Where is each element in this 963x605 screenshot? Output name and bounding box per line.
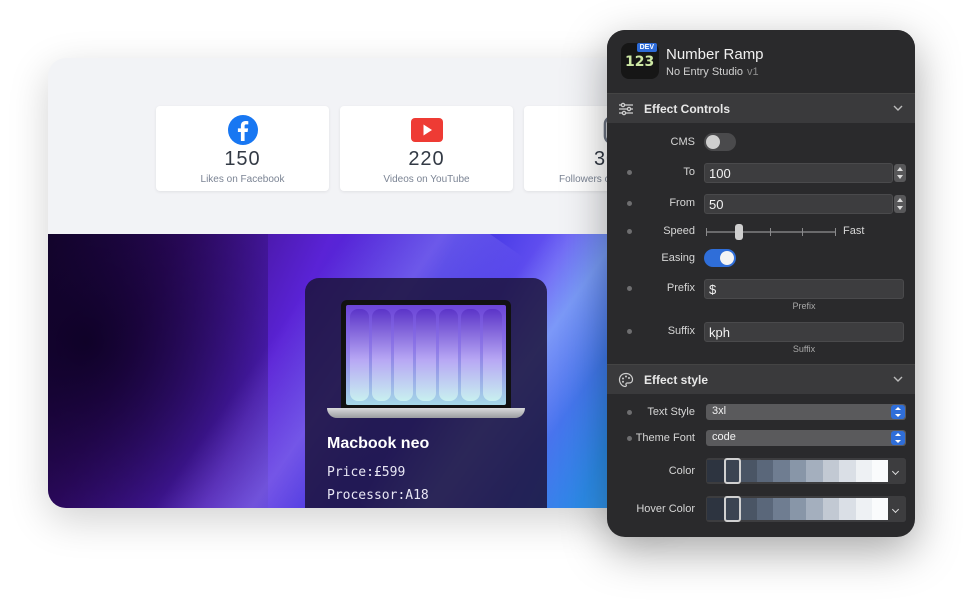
suffix-label: Suffix [667,325,695,337]
stat-value: 150 [224,148,261,170]
prefix-label: Prefix [666,282,695,294]
speed-slider[interactable] [706,224,836,240]
hover-color-label: Hover Color [636,503,695,515]
color-swatch[interactable] [822,460,839,482]
color-swatch[interactable] [773,460,790,482]
color-swatch[interactable] [789,460,806,482]
from-input[interactable]: 50 [704,194,893,214]
website-preview: 150 Likes on Facebook 220 Videos on YouT… [48,58,668,508]
hover-color-dropdown-button[interactable] [888,496,906,522]
sliders-icon [619,102,633,116]
hover-color-swatch-picker[interactable] [706,496,906,522]
color-swatch[interactable] [806,498,823,520]
color-swatch[interactable] [806,460,823,482]
color-swatch[interactable] [839,460,856,482]
easing-label: Easing [661,252,695,264]
from-dot[interactable] [627,201,632,206]
effect-controls-title: Effect Controls [644,102,731,116]
suffix-input[interactable]: kph [704,322,904,342]
app-icon: DEV 123 [621,43,659,79]
to-label: To [683,166,695,178]
speed-slider-knob[interactable] [734,224,743,240]
select-arrows-icon[interactable] [891,405,905,419]
theme-font-select[interactable]: code [706,430,906,446]
theme-font-dot[interactable] [627,436,632,441]
effect-style-title: Effect style [644,373,709,387]
color-swatch[interactable] [756,460,773,482]
product-price: Price:£599 [327,465,406,480]
app-subtitle: No Entry Studio v1 [666,66,759,78]
facebook-icon [227,115,258,145]
stat-card-youtube: 220 Videos on YouTube [340,106,513,191]
stats-row: 150 Likes on Facebook 220 Videos on YouT… [156,106,668,191]
color-swatch[interactable] [872,460,889,482]
stat-card-facebook: 150 Likes on Facebook [156,106,329,191]
stat-label: Likes on Facebook [200,174,285,185]
selected-swatch[interactable] [724,496,741,522]
panel-header: DEV 123 Number Ramp No Entry Studio v1 [607,30,915,93]
palette-icon [618,372,634,388]
speed-max-label: Fast [843,225,865,237]
app-icon-number: 123 [625,54,655,70]
suffix-hint: Suffix [792,344,816,354]
studio-name: No Entry Studio [666,66,744,78]
color-swatch[interactable] [855,460,872,482]
chevron-down-icon[interactable] [893,374,903,384]
text-style-select[interactable]: 3xl [706,404,906,420]
theme-font-label: Theme Font [635,432,695,444]
color-dropdown-button[interactable] [888,458,906,484]
version-label: v1 [747,66,759,78]
speed-dot[interactable] [627,229,632,234]
prefix-hint: Prefix [792,301,816,311]
to-stepper[interactable] [894,164,906,182]
easing-toggle[interactable] [704,249,736,267]
app-title: Number Ramp [666,46,764,63]
suffix-dot[interactable] [627,329,632,334]
effect-controls-header[interactable]: Effect Controls [607,93,915,123]
number-ramp-panel: DEV 123 Number Ramp No Entry Studio v1 Ef… [607,30,915,537]
cms-toggle[interactable] [704,133,736,151]
theme-font-value: code [712,431,736,443]
prefix-dot[interactable] [627,286,632,291]
product-card[interactable]: Macbook neo Price:£599 Processor:A18 [305,278,547,508]
color-swatch[interactable] [822,498,839,520]
color-swatch[interactable] [789,498,806,520]
color-label: Color [668,465,695,477]
color-swatch[interactable] [756,498,773,520]
color-swatch[interactable] [839,498,856,520]
to-dot[interactable] [627,170,632,175]
color-swatch[interactable] [707,460,724,482]
dev-badge: DEV [636,43,657,52]
chevron-down-icon[interactable] [893,103,903,113]
selected-swatch[interactable] [724,458,741,484]
laptop-image [327,300,525,418]
color-swatch[interactable] [740,460,757,482]
prefix-input[interactable]: $ [704,279,904,299]
canvas: 150 Likes on Facebook 220 Videos on YouT… [0,0,963,605]
color-swatch[interactable] [773,498,790,520]
color-swatch-picker[interactable] [706,458,906,484]
stat-label: Videos on YouTube [383,174,470,185]
from-stepper[interactable] [894,195,906,213]
color-swatch[interactable] [740,498,757,520]
color-swatch[interactable] [872,498,889,520]
text-style-label: Text Style [647,406,695,418]
select-arrows-icon[interactable] [891,431,905,445]
color-swatch[interactable] [855,498,872,520]
text-style-dot[interactable] [627,410,632,415]
stat-value: 220 [408,148,445,170]
from-label: From [669,197,695,209]
product-processor: Processor:A18 [327,488,429,503]
to-input[interactable]: 100 [704,163,893,183]
text-style-value: 3xl [712,405,727,417]
speed-label: Speed [663,225,695,237]
product-name: Macbook neo [327,435,430,452]
color-swatch[interactable] [707,498,724,520]
hero-banner: Macbook neo Price:£599 Processor:A18 [48,234,668,508]
effect-style-header[interactable]: Effect style [607,364,915,394]
cms-label: CMS [670,136,695,148]
youtube-icon [410,118,443,142]
